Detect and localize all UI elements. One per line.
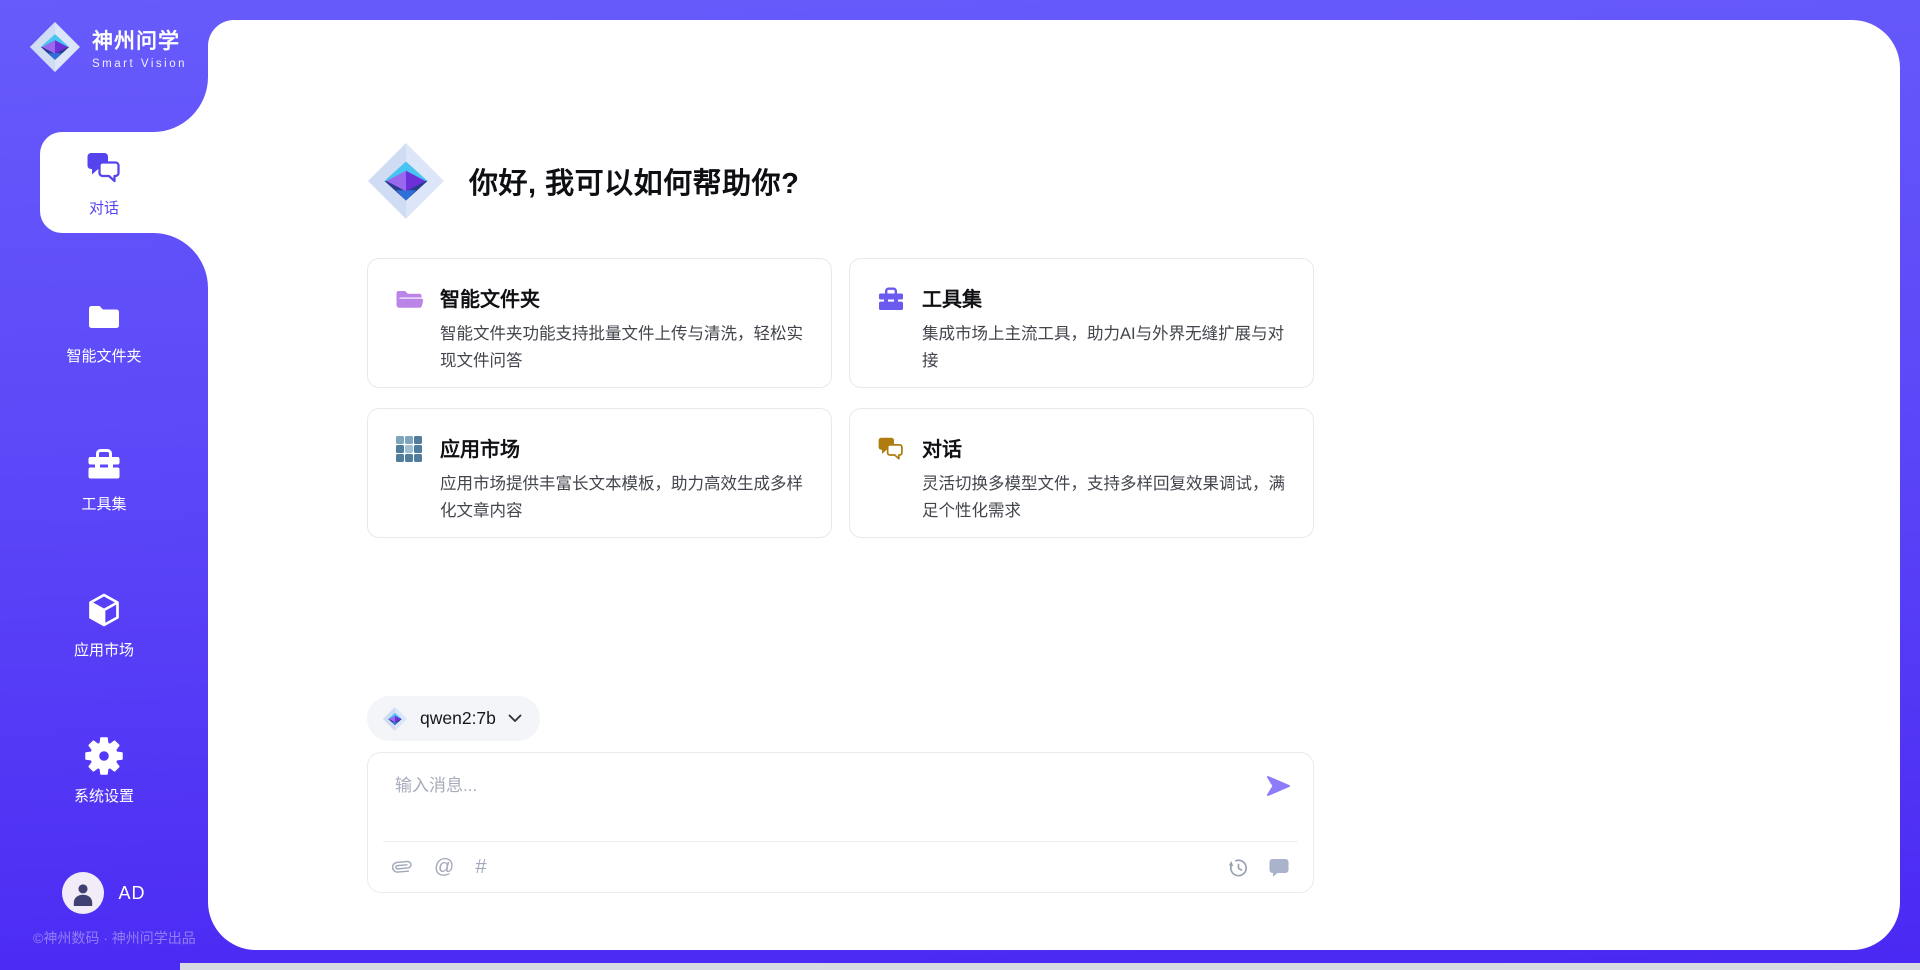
send-arrow-icon <box>1265 773 1291 799</box>
sidebar-item-label: 智能文件夹 <box>66 345 141 366</box>
tab-fillet-bottom <box>153 233 208 288</box>
chevron-down-icon <box>508 714 522 723</box>
sidebar-item-label: 应用市场 <box>74 639 134 660</box>
cube-icon <box>84 590 124 630</box>
mention-button[interactable]: @ <box>434 857 454 877</box>
card-description: 集成市场上主流工具，助力AI与外界无缝扩展与对接 <box>922 321 1291 375</box>
tab-fillet-top <box>153 77 208 132</box>
app-window: 神州问学 Smart Vision 对话 智能文件夹 工具集 <box>0 0 1920 970</box>
sidebar-item-label: 对话 <box>89 197 119 218</box>
gem-diamond-icon <box>28 20 82 74</box>
viewport-bottom-strip <box>180 963 1920 970</box>
avatar <box>62 872 104 914</box>
greeting-header: 你好, 我可以如何帮助你? <box>365 140 799 222</box>
card-chat[interactable]: 对话 灵活切换多模型文件，支持多样回复效果调试，满足个性化需求 <box>849 408 1314 538</box>
feature-cards-grid: 智能文件夹 智能文件夹功能支持批量文件上传与清洗，轻松实现文件问答 工具集 集成… <box>367 258 1314 538</box>
card-app-market[interactable]: 应用市场 应用市场提供丰富长文本模板，助力高效生成多样化文章内容 <box>367 408 832 538</box>
hash-icon: # <box>475 856 486 878</box>
gem-diamond-icon <box>382 706 408 732</box>
message-composer: @ # <box>367 752 1314 893</box>
app-subtitle: Smart Vision <box>92 58 187 70</box>
sidebar-item-label: 工具集 <box>81 493 126 514</box>
toolbox-icon <box>876 284 906 314</box>
person-avatar-icon <box>70 880 96 906</box>
app-logo[interactable]: 神州问学 Smart Vision <box>28 20 187 74</box>
send-button[interactable] <box>1265 773 1291 799</box>
history-button[interactable] <box>1227 856 1250 879</box>
card-title: 对话 <box>922 433 1291 462</box>
message-input[interactable] <box>393 769 1257 833</box>
attach-file-button[interactable] <box>391 856 413 878</box>
folder-icon <box>84 296 124 336</box>
card-title: 应用市场 <box>440 433 809 462</box>
greeting-text: 你好, 我可以如何帮助你? <box>469 160 799 202</box>
apps-grid-icon <box>394 434 424 464</box>
chat-bubbles-icon <box>84 148 124 188</box>
card-description: 灵活切换多模型文件，支持多样回复效果调试，满足个性化需求 <box>922 471 1291 525</box>
sidebar-item-smart-folder[interactable]: 智能文件夹 <box>0 296 208 366</box>
gear-icon <box>84 736 124 776</box>
topic-button[interactable]: # <box>475 857 486 877</box>
card-toolset[interactable]: 工具集 集成市场上主流工具，助力AI与外界无缝扩展与对接 <box>849 258 1314 388</box>
user-profile[interactable]: AD <box>0 872 208 914</box>
gem-diamond-icon <box>365 140 447 222</box>
card-title: 工具集 <box>922 283 1291 312</box>
chat-square-icon <box>1268 857 1290 878</box>
sidebar-item-label: 系统设置 <box>74 785 134 806</box>
sidebar-item-toolset[interactable]: 工具集 <box>0 444 208 514</box>
history-icon <box>1227 856 1250 879</box>
sidebar-item-chat[interactable]: 对话 <box>0 148 208 218</box>
toolbox-icon <box>84 444 124 484</box>
card-description: 应用市场提供丰富长文本模板，助力高效生成多样化文章内容 <box>440 471 809 525</box>
feedback-button[interactable] <box>1268 857 1290 878</box>
folder-open-icon <box>394 284 424 314</box>
paperclip-icon <box>391 856 413 878</box>
composer-toolbar: @ # <box>383 841 1298 892</box>
copyright-footer: ©神州数码 · 神州问学出品 <box>33 928 196 948</box>
sidebar-item-app-market[interactable]: 应用市场 <box>0 590 208 660</box>
composer-attach-tools: @ # <box>391 856 486 878</box>
card-description: 智能文件夹功能支持批量文件上传与清洗，轻松实现文件问答 <box>440 321 809 375</box>
card-title: 智能文件夹 <box>440 283 809 312</box>
app-title: 神州问学 <box>92 25 187 55</box>
sidebar-item-settings[interactable]: 系统设置 <box>0 736 208 806</box>
user-name: AD <box>118 883 145 904</box>
composer-right-tools <box>1227 856 1290 879</box>
card-smart-folder[interactable]: 智能文件夹 智能文件夹功能支持批量文件上传与清洗，轻松实现文件问答 <box>367 258 832 388</box>
at-icon: @ <box>434 856 454 878</box>
chat-bubbles-icon <box>876 434 906 464</box>
model-selector[interactable]: qwen2:7b <box>367 696 540 741</box>
model-name: qwen2:7b <box>420 708 496 729</box>
